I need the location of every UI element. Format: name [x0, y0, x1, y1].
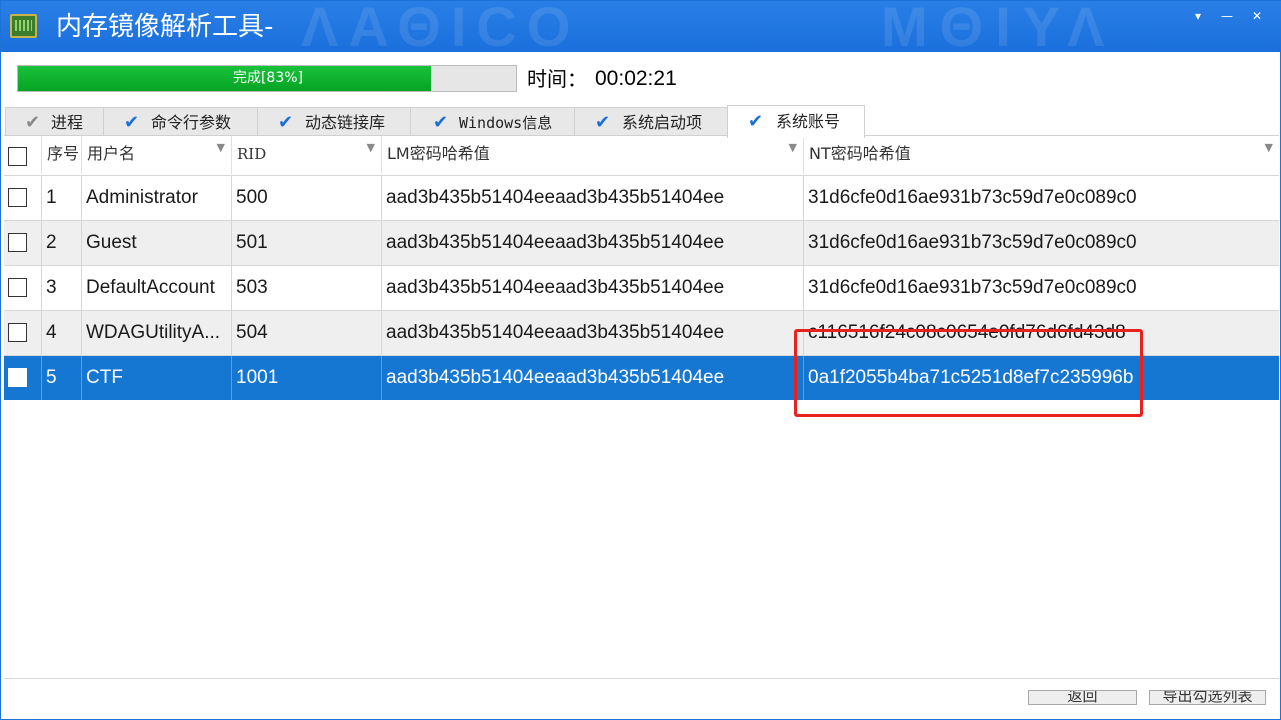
cell-nt-hash: 31d6cfe0d16ae931b73c59d7e0c089c0	[808, 277, 1137, 298]
select-all-cell	[4, 136, 42, 174]
cell-rid: 503	[232, 266, 382, 310]
column-header-nt-hash[interactable]: NT密码哈希值 ▼	[804, 136, 1279, 174]
column-header-label: NT密码哈希值	[809, 144, 911, 163]
column-header-label: RID	[237, 145, 267, 163]
title-watermark-left: ΛΑΘΙCΟ	[301, 1, 581, 52]
check-icon: ✔	[748, 111, 764, 132]
filter-icon[interactable]: ▼	[1265, 136, 1273, 166]
row-checkbox[interactable]	[8, 278, 27, 297]
accounts-table: 序号 用户名 ▼ RID ▼ LM密码哈希值 ▼ NT密码哈希值 ▼ 1 Adm…	[4, 135, 1279, 680]
cell-lm-hash: aad3b435b51404eeaad3b435b51404ee	[382, 266, 804, 310]
close-icon[interactable]: ✕	[1248, 7, 1266, 25]
tab-label: 命令行参数	[151, 113, 232, 132]
progress-label: 完成[83%]	[232, 70, 304, 86]
tab-command-line[interactable]: ✔ 命令行参数	[103, 107, 258, 137]
table-header: 序号 用户名 ▼ RID ▼ LM密码哈希值 ▼ NT密码哈希值 ▼	[4, 136, 1279, 174]
column-header-index[interactable]: 序号	[42, 136, 82, 174]
cell-nt-hash: 0a1f2055b4ba71c5251d8ef7c235996b	[808, 367, 1134, 388]
tab-label: 动态链接库	[305, 113, 386, 132]
cell-nt-hash: 31d6cfe0d16ae931b73c59d7e0c089c0	[808, 187, 1137, 208]
cell-lm-hash: aad3b435b51404eeaad3b435b51404ee	[382, 311, 804, 355]
window-title: 内存镜像解析工具-	[56, 12, 274, 42]
check-icon: ✔	[433, 112, 449, 133]
column-header-rid[interactable]: RID ▼	[232, 136, 382, 174]
check-icon: ✔	[124, 112, 140, 133]
cell-lm-hash: aad3b435b51404eeaad3b435b51404ee	[382, 356, 804, 400]
row-checkbox-cell	[4, 356, 42, 400]
column-header-lm-hash[interactable]: LM密码哈希值 ▼	[382, 136, 804, 174]
cell-lm-hash: aad3b435b51404eeaad3b435b51404ee	[382, 221, 804, 265]
main-window: ΛΑΘΙCΟ ΜΘΙΥΛ 内存镜像解析工具- ▾ — ✕ 完成[83%] 时间：…	[0, 0, 1281, 720]
timer-value: 00:02:21	[595, 67, 677, 90]
filter-icon[interactable]: ▼	[367, 136, 375, 166]
cell-nt-hash: c116516f24c08c0654e0fd76d6fd43d8	[808, 322, 1126, 343]
tab-label: Windows信息	[459, 114, 553, 132]
cell-rid: 501	[232, 221, 382, 265]
tab-windows-info[interactable]: ✔ Windows信息	[410, 107, 575, 137]
select-all-checkbox[interactable]	[8, 147, 27, 166]
footer-divider	[4, 678, 1279, 679]
row-checkbox-cell	[4, 221, 42, 265]
cell-username: DefaultAccount	[82, 266, 232, 310]
tab-dlls[interactable]: ✔ 动态链接库	[257, 107, 411, 137]
tab-system-accounts[interactable]: ✔ 系统账号	[727, 105, 865, 138]
cell-index: 1	[42, 176, 82, 220]
progress-bar: 完成[83%]	[17, 65, 517, 92]
row-checkbox[interactable]	[8, 233, 27, 252]
row-checkbox[interactable]	[8, 323, 27, 342]
timer-label: 时间：	[527, 67, 587, 91]
tab-label: 进程	[51, 113, 84, 132]
title-watermark-right: ΜΘΙΥΛ	[881, 1, 1117, 52]
dropdown-icon[interactable]: ▾	[1189, 7, 1207, 25]
cell-username: Administrator	[82, 176, 232, 220]
title-bar[interactable]: ΛΑΘΙCΟ ΜΘΙΥΛ 内存镜像解析工具- ▾ — ✕	[1, 1, 1281, 52]
tab-processes[interactable]: ✔ 进程	[5, 107, 104, 137]
cell-username: CTF	[82, 356, 232, 400]
minimize-icon[interactable]: —	[1218, 7, 1236, 25]
filter-icon[interactable]: ▼	[789, 136, 797, 166]
tab-label: 系统启动项	[622, 113, 703, 132]
cell-username: Guest	[82, 221, 232, 265]
cell-index: 3	[42, 266, 82, 310]
tab-startup-items[interactable]: ✔ 系统启动项	[574, 107, 728, 137]
row-checkbox-cell	[4, 266, 42, 310]
column-header-label: 序号	[47, 144, 80, 163]
check-icon: ✔	[278, 112, 294, 133]
tab-label: 系统账号	[776, 112, 841, 131]
cell-index: 4	[42, 311, 82, 355]
cell-index: 2	[42, 221, 82, 265]
filter-icon[interactable]: ▼	[217, 136, 225, 166]
app-icon	[10, 14, 37, 38]
row-checkbox[interactable]	[8, 188, 27, 207]
cell-username: WDAGUtilityA...	[82, 311, 232, 355]
row-checkbox-cell	[4, 311, 42, 355]
row-checkbox[interactable]	[8, 368, 27, 387]
column-header-username[interactable]: 用户名 ▼	[82, 136, 232, 174]
column-header-label: 用户名	[87, 144, 136, 163]
cell-lm-hash: aad3b435b51404eeaad3b435b51404ee	[382, 176, 804, 220]
back-button[interactable]: 返回	[1028, 690, 1137, 705]
row-checkbox-cell	[4, 176, 42, 220]
column-header-label: LM密码哈希值	[387, 144, 490, 163]
table-row-selected[interactable]: 5 CTF 1001 aad3b435b51404eeaad3b435b5140…	[4, 355, 1279, 400]
table-row[interactable]: 1 Administrator 500 aad3b435b51404eeaad3…	[4, 175, 1279, 220]
table-row[interactable]: 4 WDAGUtilityA... 504 aad3b435b51404eeaa…	[4, 310, 1279, 355]
table-row[interactable]: 2 Guest 501 aad3b435b51404eeaad3b435b514…	[4, 220, 1279, 265]
table-row[interactable]: 3 DefaultAccount 503 aad3b435b51404eeaad…	[4, 265, 1279, 310]
cell-rid: 504	[232, 311, 382, 355]
cell-index: 5	[42, 356, 82, 400]
check-icon: ✔	[25, 112, 41, 133]
cell-rid: 500	[232, 176, 382, 220]
check-icon: ✔	[595, 112, 611, 133]
cell-rid: 1001	[232, 356, 382, 400]
export-selected-button[interactable]: 导出勾选列表	[1149, 690, 1266, 705]
cell-nt-hash: 31d6cfe0d16ae931b73c59d7e0c089c0	[808, 232, 1137, 253]
